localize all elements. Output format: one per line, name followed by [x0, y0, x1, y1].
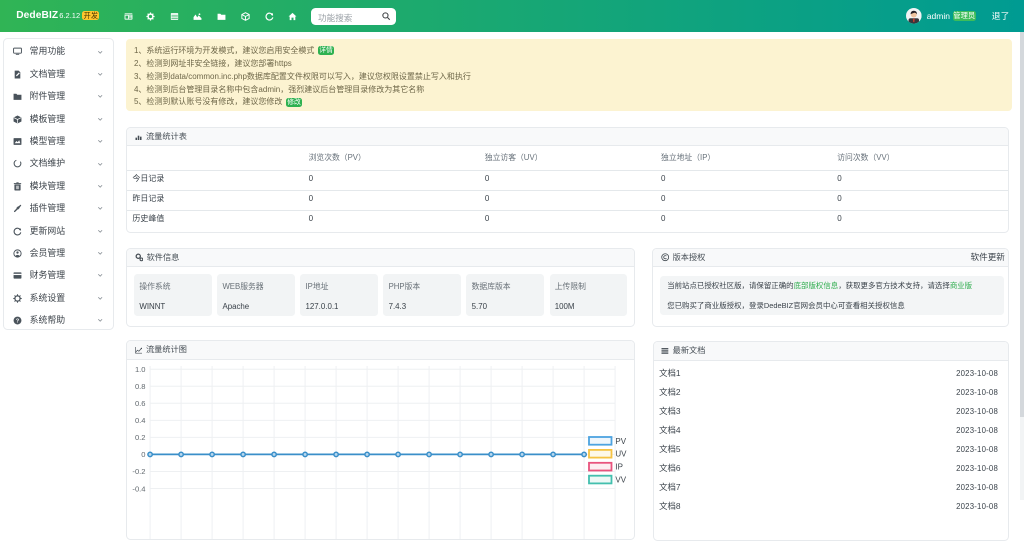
svg-text:?: ? [16, 318, 20, 324]
svg-text:0.8: 0.8 [135, 382, 146, 391]
svg-text:-0.2: -0.2 [133, 467, 146, 476]
svg-text:PV: PV [616, 436, 627, 445]
svg-text:0.2: 0.2 [135, 433, 146, 442]
svg-text:IP: IP [616, 462, 624, 471]
svg-text:UV: UV [616, 449, 628, 458]
svg-text:0: 0 [142, 450, 146, 459]
svg-text:VV: VV [616, 475, 627, 484]
svg-text:0.4: 0.4 [135, 416, 146, 425]
svg-text:1.0: 1.0 [135, 365, 146, 374]
svg-text:-0.4: -0.4 [133, 484, 146, 493]
svg-text:0.6: 0.6 [135, 399, 146, 408]
